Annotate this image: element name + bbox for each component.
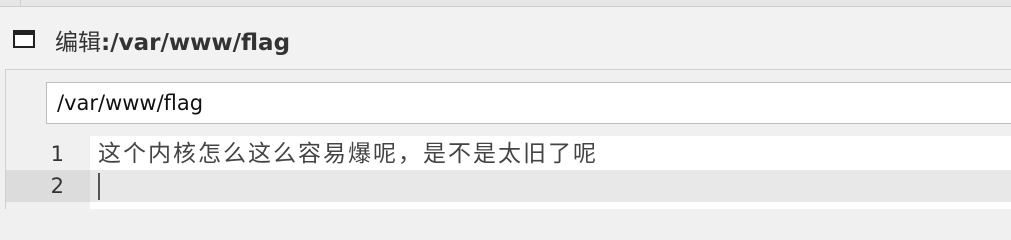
title-path: /var/www/flag [110, 30, 291, 56]
file-path-input[interactable] [46, 82, 1011, 124]
path-input-wrapper [46, 82, 1011, 124]
editor-panel: 1 这个内核怎么这么容易爆呢，是不是太旧了呢 2 [5, 69, 1011, 209]
editor-line[interactable]: 1 这个内核怎么这么容易爆呢，是不是太旧了呢 [6, 138, 1011, 170]
text-cursor [98, 173, 100, 200]
title-label: 编辑 [55, 30, 101, 56]
line-number: 2 [6, 170, 90, 202]
line-content[interactable]: 这个内核怎么这么容易爆呢，是不是太旧了呢 [98, 138, 598, 170]
title-bar: 编辑: /var/www/flag [0, 7, 1011, 69]
line-number: 1 [50, 142, 64, 166]
top-strip [0, 0, 1011, 7]
window-title: 编辑: /var/www/flag [55, 23, 290, 57]
top-strip-divider [20, 0, 21, 6]
window-icon [13, 30, 35, 48]
editor-line-active[interactable]: 2 [6, 170, 1011, 202]
code-editor[interactable]: 1 这个内核怎么这么容易爆呢，是不是太旧了呢 2 [6, 136, 1011, 209]
title-separator: : [101, 30, 111, 56]
